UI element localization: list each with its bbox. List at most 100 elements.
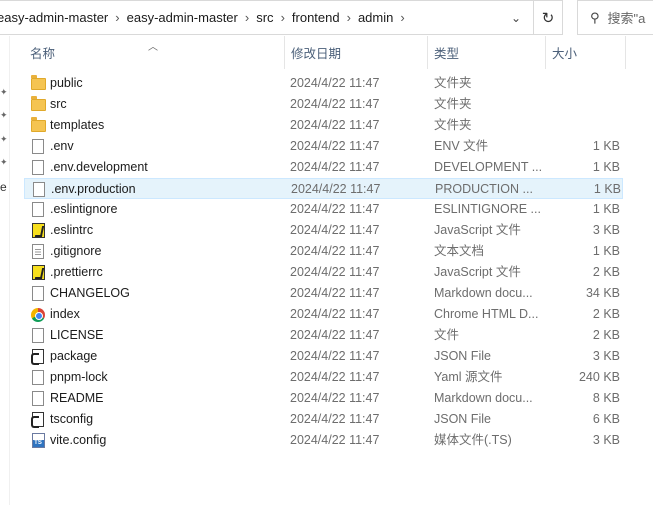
file-date: 2024/4/22 11:47 [290, 286, 380, 300]
file-row[interactable]: .eslintignore 2024/4/22 11:47 ESLINTIGNORE… [24, 199, 623, 220]
file-row[interactable]: .prettierrc 2024/4/22 11:47 JavaScript 文件 2… [24, 262, 623, 283]
breadcrumb-label[interactable]: frontend [286, 10, 346, 25]
file-icon-cell [30, 157, 46, 178]
chrome-icon [31, 307, 45, 322]
breadcrumb-label[interactable]: src [250, 10, 279, 25]
search-icon: ⚲ [590, 9, 600, 25]
file-size: 1 KB [592, 244, 620, 258]
file-row[interactable]: index 2024/4/22 11:47 Chrome HTML D... 2 KB [24, 304, 623, 325]
file-row[interactable]: src 2024/4/22 11:47 文件夹 [24, 94, 623, 115]
file-date: 2024/4/22 11:47 [290, 139, 380, 153]
file-row[interactable]: LICENSE 2024/4/22 11:47 文件 2 KB [24, 325, 623, 346]
file-type: JavaScript 文件 [434, 223, 521, 237]
breadcrumb-item[interactable]: admin [352, 10, 399, 25]
file-icon-cell [30, 220, 46, 241]
file-size: 240 KB [578, 370, 620, 384]
file-row[interactable]: .eslintrc 2024/4/22 11:47 JavaScript 文件 3 K… [24, 220, 623, 241]
file-type: 文本文档 [434, 244, 485, 258]
file-size: 1 KB [592, 160, 620, 174]
file-type: PRODUCTION ... [435, 182, 533, 196]
file-size: 1 KB [592, 139, 620, 153]
breadcrumb-item[interactable]: easy-admin-master [0, 10, 114, 25]
file-date: 2024/4/22 11:47 [290, 202, 380, 216]
file-icon-cell [30, 73, 46, 94]
file-name: .eslintignore [50, 202, 118, 216]
file-size [546, 115, 620, 136]
file-size: 1 KB [593, 182, 621, 196]
file-row[interactable]: vite.config 2024/4/22 11:47 媒体文件(.TS) 3 KB [24, 430, 623, 451]
file-icon [32, 391, 44, 406]
file-type: 文件夹 [434, 118, 472, 132]
file-type: Markdown docu... [434, 391, 533, 405]
file-name: vite.config [50, 433, 107, 447]
file-icon-cell [30, 283, 46, 304]
file-date: 2024/4/22 11:47 [290, 349, 380, 363]
file-name: .gitignore [50, 244, 102, 258]
chevron-right-icon[interactable]: › [399, 10, 405, 25]
breadcrumb-label[interactable]: easy-admin-master [0, 10, 114, 25]
file-icon [32, 286, 44, 301]
file-date: 2024/4/22 11:47 [290, 328, 380, 342]
file-type: DEVELOPMENT ... [434, 160, 543, 174]
file-date: 2024/4/22 11:47 [290, 265, 380, 279]
navigation-pane[interactable]: ✦ ✦ ✦ ✦ e [0, 36, 10, 505]
file-row[interactable]: .env 2024/4/22 11:47 ENV 文件 1 KB [24, 136, 623, 157]
file-name: tsconfig [50, 412, 94, 426]
breadcrumb-label[interactable]: easy-admin-master [121, 10, 244, 25]
column-label: 大小 [552, 47, 578, 61]
file-row[interactable]: package 2024/4/22 11:47 JSON File 3 KB [24, 346, 623, 367]
file-row[interactable]: .env.development 2024/4/22 11:47 DEVELOPME… [24, 157, 623, 178]
column-header-type[interactable]: 类型 [428, 36, 546, 69]
file-date: 2024/4/22 11:47 [290, 223, 380, 237]
json-icon [31, 412, 44, 428]
file-size: 2 KB [592, 328, 620, 342]
file-type: Yaml 源文件 [434, 370, 503, 384]
column-header-size[interactable]: 大小 [546, 36, 626, 69]
file-type: JSON File [434, 412, 491, 426]
file-row[interactable]: tsconfig 2024/4/22 11:47 JSON File 6 KB [24, 409, 623, 430]
file-row[interactable]: .env.production 2024/4/22 11:47 PRODUCTION… [24, 178, 623, 199]
refresh-button[interactable]: ↻ [534, 0, 563, 35]
file-row[interactable]: .gitignore 2024/4/22 11:47 文本文档 1 KB [24, 241, 623, 262]
breadcrumb-item[interactable]: src [250, 10, 279, 25]
nav-item-label[interactable]: e [0, 180, 7, 194]
breadcrumb-item[interactable]: frontend [286, 10, 346, 25]
file-size: 1 KB [592, 202, 620, 216]
file-name: templates [50, 118, 105, 132]
file-icon [33, 182, 45, 197]
file-row[interactable]: README 2024/4/22 11:47 Markdown docu... 8 K… [24, 388, 623, 409]
file-type: Markdown docu... [434, 286, 533, 300]
column-header-date[interactable]: 修改日期 [285, 36, 428, 69]
file-size: 6 KB [592, 412, 620, 426]
pin-icon[interactable]: ✦ [0, 135, 8, 144]
file-size: 3 KB [592, 223, 620, 237]
file-size [546, 73, 620, 94]
file-icon-cell [30, 94, 46, 115]
breadcrumb-item[interactable]: easy-admin-master [121, 10, 244, 25]
breadcrumb-label[interactable]: admin [352, 10, 399, 25]
file-row[interactable]: public 2024/4/22 11:47 文件夹 [24, 73, 623, 94]
javascript-icon [31, 223, 45, 238]
file-type: 文件 [434, 328, 460, 342]
file-icon [32, 139, 44, 154]
pin-icon[interactable]: ✦ [0, 111, 8, 120]
folder-icon [30, 95, 46, 111]
file-date: 2024/4/22 11:47 [291, 182, 381, 196]
file-type: 媒体文件(.TS) [434, 433, 512, 447]
file-icon [32, 328, 44, 343]
file-type: Chrome HTML D... [434, 307, 539, 321]
column-header-row: 名称 修改日期 类型 大小 [0, 36, 653, 69]
search-box[interactable]: ⚲ 搜索"a [577, 0, 653, 35]
address-bar[interactable]: easy-admin-master › easy-admin-master › … [0, 0, 534, 35]
chevron-down-icon[interactable]: ⌄ [509, 11, 523, 25]
file-date: 2024/4/22 11:47 [290, 307, 380, 321]
file-row[interactable]: pnpm-lock 2024/4/22 11:47 Yaml 源文件 240 KB [24, 367, 623, 388]
pin-icon[interactable]: ✦ [0, 158, 8, 167]
file-row[interactable]: templates 2024/4/22 11:47 文件夹 [24, 115, 623, 136]
file-name: LICENSE [50, 328, 104, 342]
file-row[interactable]: CHANGELOG 2024/4/22 11:47 Markdown docu...… [24, 283, 623, 304]
pin-icon[interactable]: ✦ [0, 88, 8, 97]
file-icon-cell [30, 388, 46, 409]
file-type: JavaScript 文件 [434, 265, 521, 279]
file-size: 34 KB [585, 286, 620, 300]
